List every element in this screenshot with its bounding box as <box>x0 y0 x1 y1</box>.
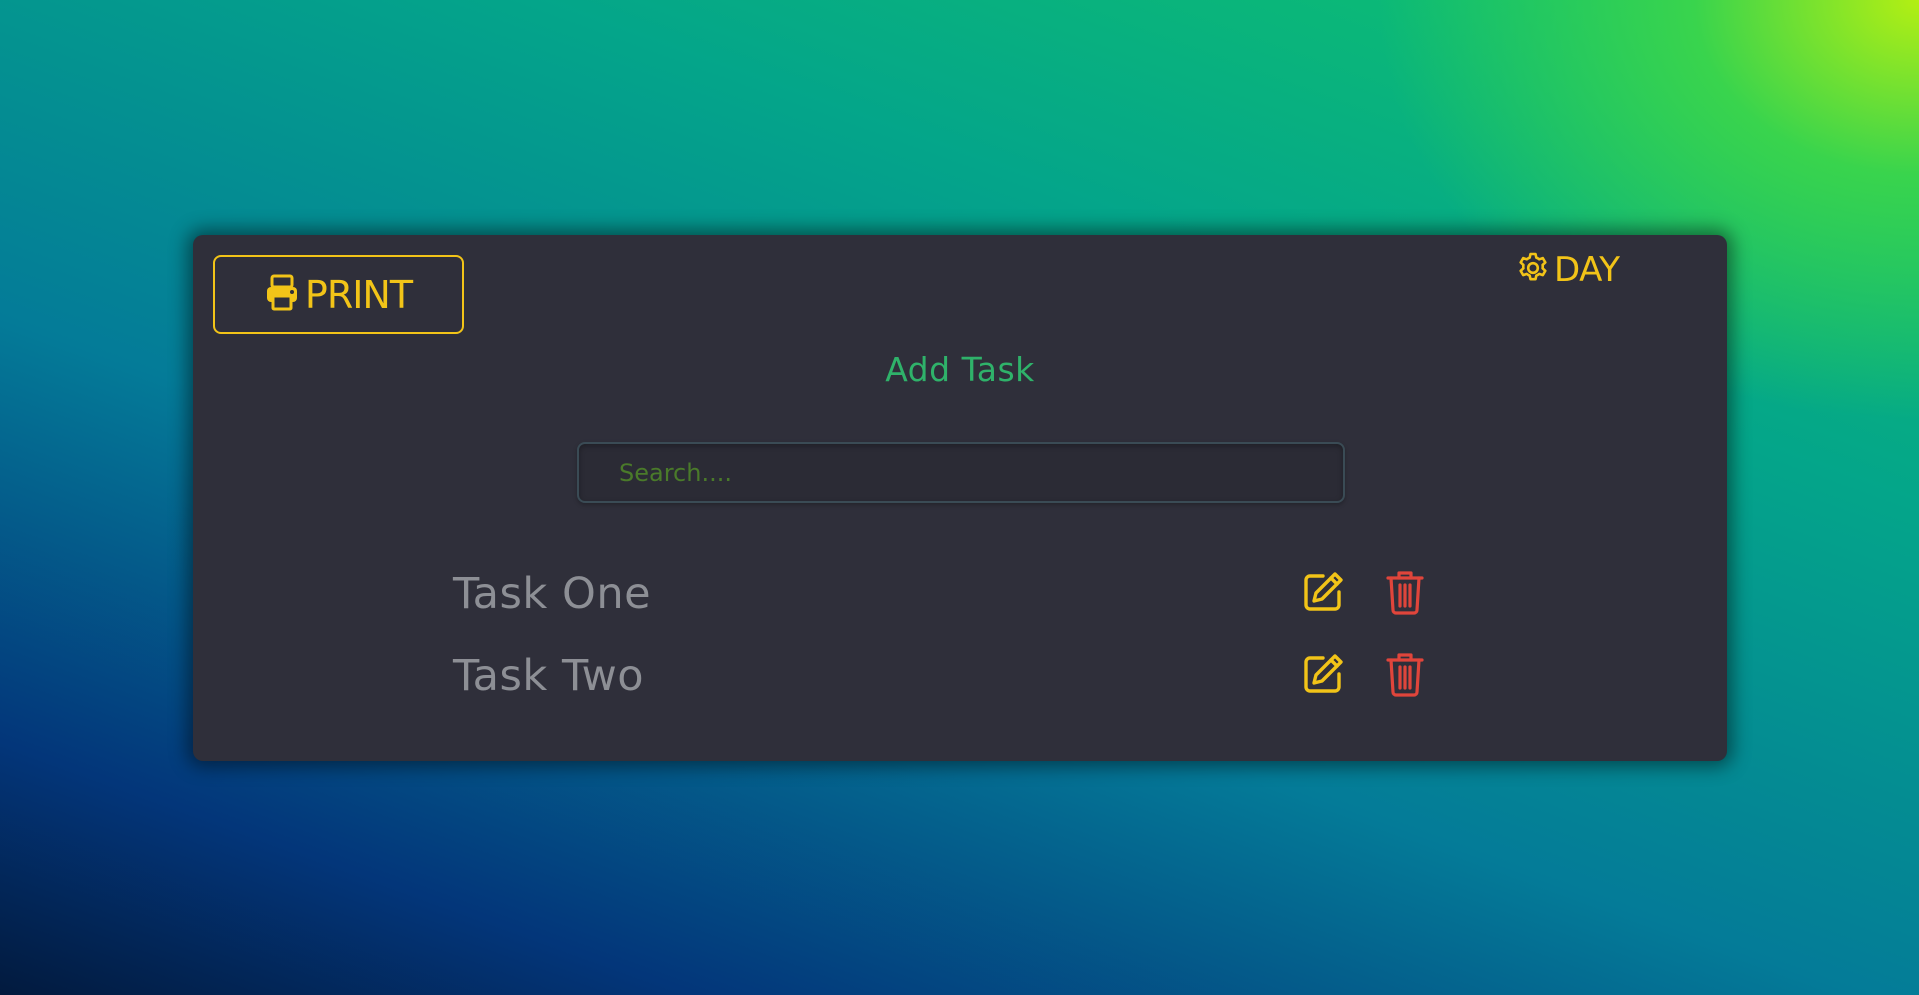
edit-button[interactable] <box>1300 571 1346 617</box>
list-item: Task One <box>453 555 1424 637</box>
theme-toggle-label: DAY <box>1554 250 1620 290</box>
todo-card: PRINT DAY Add Task Task One <box>193 235 1727 761</box>
task-name: Task Two <box>453 651 645 701</box>
task-list: Task One Task Two <box>453 555 1424 719</box>
trash-icon <box>1385 651 1425 701</box>
print-button[interactable]: PRINT <box>213 255 464 334</box>
add-task-button[interactable]: Add Task <box>193 350 1727 389</box>
list-item: Task Two <box>453 637 1424 719</box>
page-background: PRINT DAY Add Task Task One <box>0 0 1919 995</box>
gear-icon <box>1516 251 1550 289</box>
trash-icon <box>1385 569 1425 619</box>
printer-icon <box>265 274 299 315</box>
edit-icon <box>1301 652 1345 700</box>
task-name: Task One <box>453 569 652 619</box>
edit-icon <box>1301 570 1345 618</box>
edit-button[interactable] <box>1300 653 1346 699</box>
delete-button[interactable] <box>1382 653 1428 699</box>
theme-toggle[interactable]: DAY <box>1516 250 1620 290</box>
search-input[interactable] <box>577 442 1345 503</box>
delete-button[interactable] <box>1382 571 1428 617</box>
print-button-label: PRINT <box>304 272 413 317</box>
